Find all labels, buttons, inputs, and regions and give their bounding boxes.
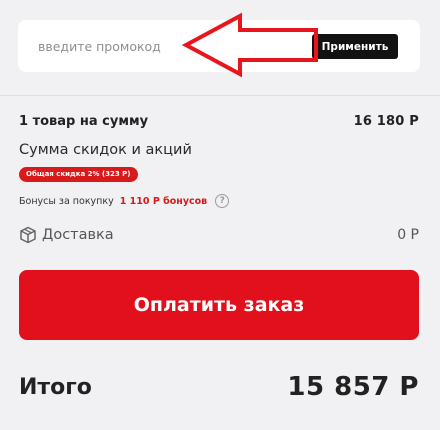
items-count-label: 1 товар на сумму bbox=[19, 114, 149, 129]
delivery-value: 0 Р bbox=[397, 227, 419, 243]
help-icon[interactable]: ? bbox=[215, 194, 230, 208]
discounts-label: Сумма скидок и акций bbox=[19, 142, 192, 158]
section-divider bbox=[0, 95, 440, 96]
items-sum-value: 16 180 Р bbox=[353, 114, 419, 129]
bonus-label: Бонусы за покупку bbox=[19, 195, 114, 207]
items-total-row: 1 товар на сумму 16 180 Р bbox=[19, 114, 419, 129]
pay-order-button[interactable]: Оплатить заказ bbox=[19, 270, 419, 340]
grand-total-row: Итого 15 857 Р bbox=[19, 372, 419, 402]
discounts-row: Сумма скидок и акций bbox=[19, 142, 419, 158]
total-value: 15 857 Р bbox=[287, 372, 419, 402]
delivery-label: Доставка bbox=[42, 227, 114, 243]
delivery-row: Доставка 0 Р bbox=[19, 226, 419, 244]
discount-badge: Общая скидка 2% (323 Р) bbox=[19, 167, 138, 182]
total-label: Итого bbox=[19, 374, 92, 400]
bonus-row: Бонусы за покупку 1 110 Р бонусов ? bbox=[19, 194, 230, 208]
bonus-value: 1 110 Р бонусов bbox=[119, 195, 208, 207]
annotation-arrow-icon bbox=[181, 12, 318, 78]
box-icon bbox=[20, 226, 36, 244]
